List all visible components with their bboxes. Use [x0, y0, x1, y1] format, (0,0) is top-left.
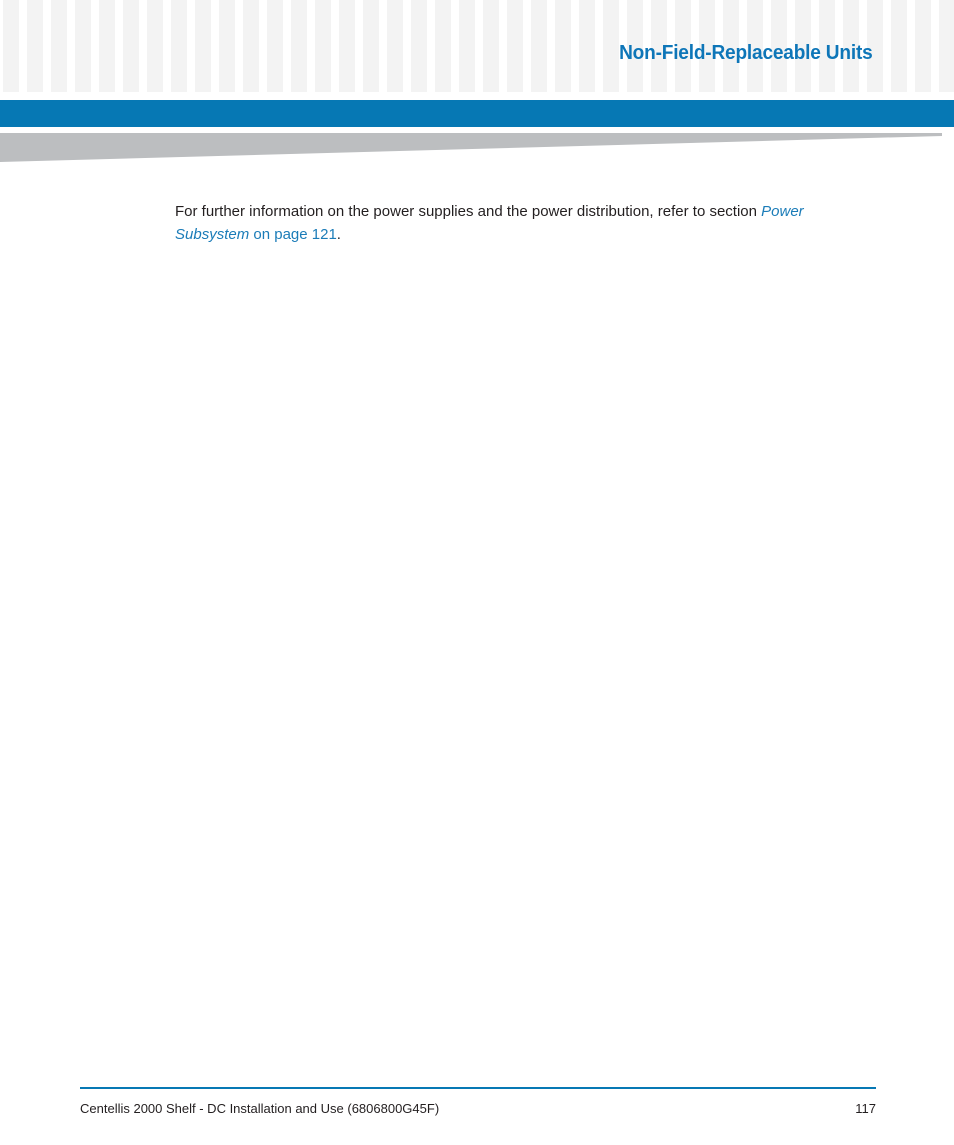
- paragraph-trailing-period: .: [336, 226, 341, 243]
- header-gray-wedge: [0, 133, 942, 162]
- footer-row: Centellis 2000 Shelf - DC Installation a…: [80, 1101, 876, 1116]
- body-paragraph: For further information on the power sup…: [175, 200, 875, 246]
- main-content: For further information on the power sup…: [175, 185, 875, 261]
- gray-wedge-shape: [0, 133, 942, 162]
- footer-document-title: Centellis 2000 Shelf - DC Installation a…: [80, 1101, 440, 1116]
- paragraph-lead-text: For further information on the power sup…: [175, 203, 762, 220]
- page-title: Non-Field-Replaceable Units: [619, 41, 874, 64]
- footer-page-number: 117: [855, 1101, 876, 1116]
- header-blue-band: [0, 100, 954, 127]
- footer-divider-rule: [80, 1087, 876, 1089]
- cross-reference-link-page[interactable]: on page 121: [249, 226, 336, 243]
- page-footer: Centellis 2000 Shelf - DC Installation a…: [80, 1087, 876, 1116]
